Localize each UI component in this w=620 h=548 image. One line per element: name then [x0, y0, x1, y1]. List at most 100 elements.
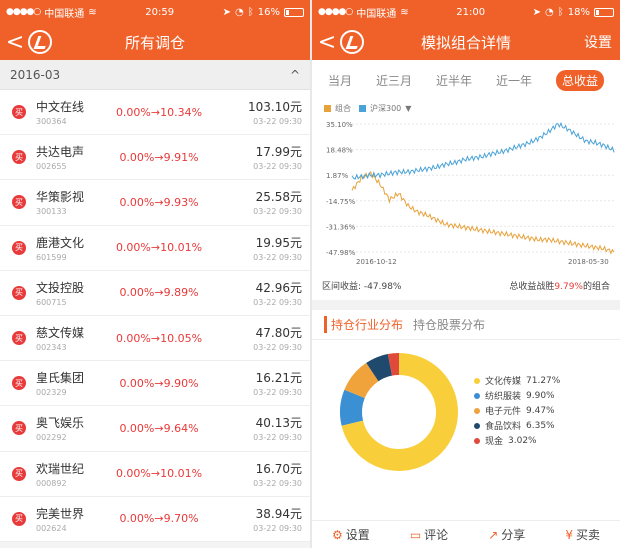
clock: 21:00 — [456, 6, 486, 18]
dropdown-arrow-icon[interactable]: ▼ — [405, 104, 411, 113]
buy-badge: 买 — [12, 511, 26, 526]
trade-row[interactable]: 买奥飞娱乐 002292 0.00%→9.64% 40.13元 03-22 09:30 — [0, 406, 310, 452]
tab-half-year[interactable]: 近半年 — [436, 72, 472, 89]
buy-badge: 买 — [12, 195, 26, 210]
tab-month[interactable]: 当月 — [328, 72, 352, 89]
buy-badge: 买 — [12, 376, 26, 391]
trade-price-block: 42.96元 03-22 09:30 — [218, 279, 302, 307]
yen-icon: ¥ — [565, 527, 573, 542]
trade-price-block: 103.10元 03-22 09:30 — [218, 98, 302, 126]
legend-percent: 9.90% — [526, 390, 555, 401]
toolbar-label: 买卖 — [575, 528, 600, 542]
donut-slice-2 — [344, 362, 379, 399]
position-change: 0.00%→10.34% — [115, 105, 203, 119]
share-button[interactable]: ↗ 分享 — [488, 526, 525, 543]
buy-badge: 买 — [12, 285, 26, 300]
trade-price: 42.96元 — [255, 280, 302, 295]
comment-button[interactable]: ▭ 评论 — [410, 526, 448, 543]
tab-one-year[interactable]: 近一年 — [496, 72, 532, 89]
stock-info: 共达电声 002655 — [36, 143, 100, 171]
trade-row[interactable]: 买中文在线 300364 0.00%→10.34% 103.10元 03-22 09:3… — [0, 90, 310, 136]
donut-chart — [340, 353, 458, 471]
share-icon: ↗ — [488, 527, 499, 542]
trade-price-block: 19.95元 03-22 09:30 — [218, 234, 302, 262]
stock-code: 300364 — [36, 117, 67, 127]
position-change: 0.00%→9.70% — [119, 512, 199, 526]
tab-three-months[interactable]: 近三月 — [376, 72, 412, 89]
collapse-icon[interactable]: ^ — [290, 68, 300, 82]
trade-price: 47.80元 — [255, 326, 302, 341]
beat-percent: 9.79% — [554, 281, 583, 292]
legend-percent: 3.02% — [508, 435, 537, 446]
legend-percent: 71.27% — [526, 375, 561, 386]
stock-name: 奥飞娱乐 — [36, 416, 85, 431]
buy-badge: 买 — [12, 421, 26, 436]
trade-price: 19.95元 — [255, 235, 302, 250]
trade-row[interactable]: 买华策影视 300133 0.00%→9.93% 25.58元 03-22 09:30 — [0, 180, 310, 226]
line-chart-svg: 35.10%18.48%1.87%-14.75%-31.36%-47.98%20… — [326, 121, 615, 266]
stock-name: 华策影视 — [36, 190, 85, 205]
yen-button[interactable]: ¥ 买卖 — [565, 526, 600, 543]
stock-info: 皇氏集团 002329 — [36, 369, 100, 397]
gear-button[interactable]: ⚙ 设置 — [332, 526, 370, 543]
stock-name: 欢瑞世纪 — [36, 461, 85, 476]
stock-code: 600715 — [36, 297, 67, 307]
trade-row[interactable]: 买慈文传媒 002343 0.00%→10.05% 47.80元 03-22 09:30 — [0, 316, 310, 362]
trade-time: 03-22 09:30 — [253, 388, 302, 398]
trade-row[interactable]: 买共达电声 002655 0.00%→9.91% 17.99元 03-22 09:30 — [0, 135, 310, 181]
back-button[interactable]: < — [4, 30, 26, 55]
beat-prefix: 总收益战胜 — [509, 281, 555, 292]
return-summary: 区间收益: -47.98% 总收益战胜9.79%的组合 — [312, 276, 620, 294]
trade-row[interactable]: 买完美世界 002624 0.00%→9.70% 38.94元 03-22 09:30 — [0, 497, 310, 542]
stock-info: 欢瑞世纪 000892 — [36, 460, 100, 488]
stock-name: 皇氏集团 — [36, 371, 85, 386]
legend-category: 文化传媒 — [485, 377, 522, 387]
trade-price: 103.10元 — [248, 100, 302, 115]
trade-price: 17.99元 — [255, 145, 302, 160]
toolbar-label: 评论 — [424, 528, 449, 542]
trade-row[interactable]: 买文投控股 600715 0.00%→9.89% 42.96元 03-22 09:30 — [0, 271, 310, 316]
stock-code: 002329 — [36, 388, 67, 398]
comment-icon: ▭ — [409, 527, 422, 542]
location-icon: ➤ — [222, 6, 232, 18]
tab-total-return[interactable]: 总收益 — [555, 69, 604, 91]
legend-dot — [474, 407, 480, 414]
trade-price: 16.70元 — [255, 461, 302, 476]
bluetooth-icon: ᛒ — [247, 6, 254, 18]
stock-name: 慈文传媒 — [36, 326, 85, 341]
trade-row[interactable]: 买皇氏集团 002329 0.00%→9.90% 16.21元 03-22 09:30 — [0, 361, 310, 407]
beat-suffix: 的组合 — [582, 281, 610, 292]
status-bar: ●●●●○ 中国联通 ≋ 20:59 ➤ ◔ ᛒ 16% — [0, 0, 310, 24]
nav-bar: < 所有调仓 — [0, 24, 310, 60]
trade-time: 03-22 09:30 — [253, 523, 302, 533]
stock-name: 中文在线 — [36, 100, 85, 115]
position-change: 0.00%→10.01% — [115, 241, 203, 255]
stock-name: 共达电声 — [36, 145, 85, 160]
stock-code: 601599 — [36, 252, 67, 262]
left-screen: ●●●●○ 中国联通 ≋ 20:59 ➤ ◔ ᛒ 16% < 所有调仓 2016… — [0, 0, 310, 548]
alarm-icon: ◔ — [545, 6, 554, 18]
legend-dot — [474, 392, 480, 399]
wifi-icon: ≋ — [400, 6, 409, 18]
trade-row[interactable]: 买欢瑞世纪 000892 0.00%→10.01% 16.70元 03-22 09:30 — [0, 452, 310, 497]
section-gap — [312, 300, 620, 310]
settings-button[interactable]: 设置 — [584, 32, 612, 52]
y-tick-label: 18.48% — [326, 147, 353, 155]
series-line-index — [351, 121, 615, 181]
alarm-icon: ◔ — [235, 6, 244, 18]
toolbar-label: 分享 — [501, 528, 526, 542]
donut-legend-item: 现金 3.02% — [474, 433, 560, 448]
y-tick-label: -47.98% — [326, 249, 356, 257]
tab-industry-distribution[interactable]: 持仓行业分布 — [324, 316, 403, 333]
y-tick-label: 1.87% — [326, 172, 349, 180]
tab-stock-distribution[interactable]: 持仓股票分布 — [413, 316, 485, 333]
stock-name: 鹿港文化 — [36, 235, 85, 250]
trade-price-block: 17.99元 03-22 09:30 — [218, 143, 302, 171]
month-section-header[interactable]: 2016-03 ^ — [0, 60, 310, 90]
battery-icon — [284, 7, 304, 17]
carrier-label: 中国联通 — [44, 8, 85, 20]
signal-icon: ●●●●○ — [318, 7, 353, 17]
back-button[interactable]: < — [316, 30, 338, 55]
legend-index[interactable]: 沪深300 — [370, 103, 401, 114]
trade-row[interactable]: 买鹿港文化 601599 0.00%→10.01% 19.95元 03-22 09:30 — [0, 226, 310, 271]
